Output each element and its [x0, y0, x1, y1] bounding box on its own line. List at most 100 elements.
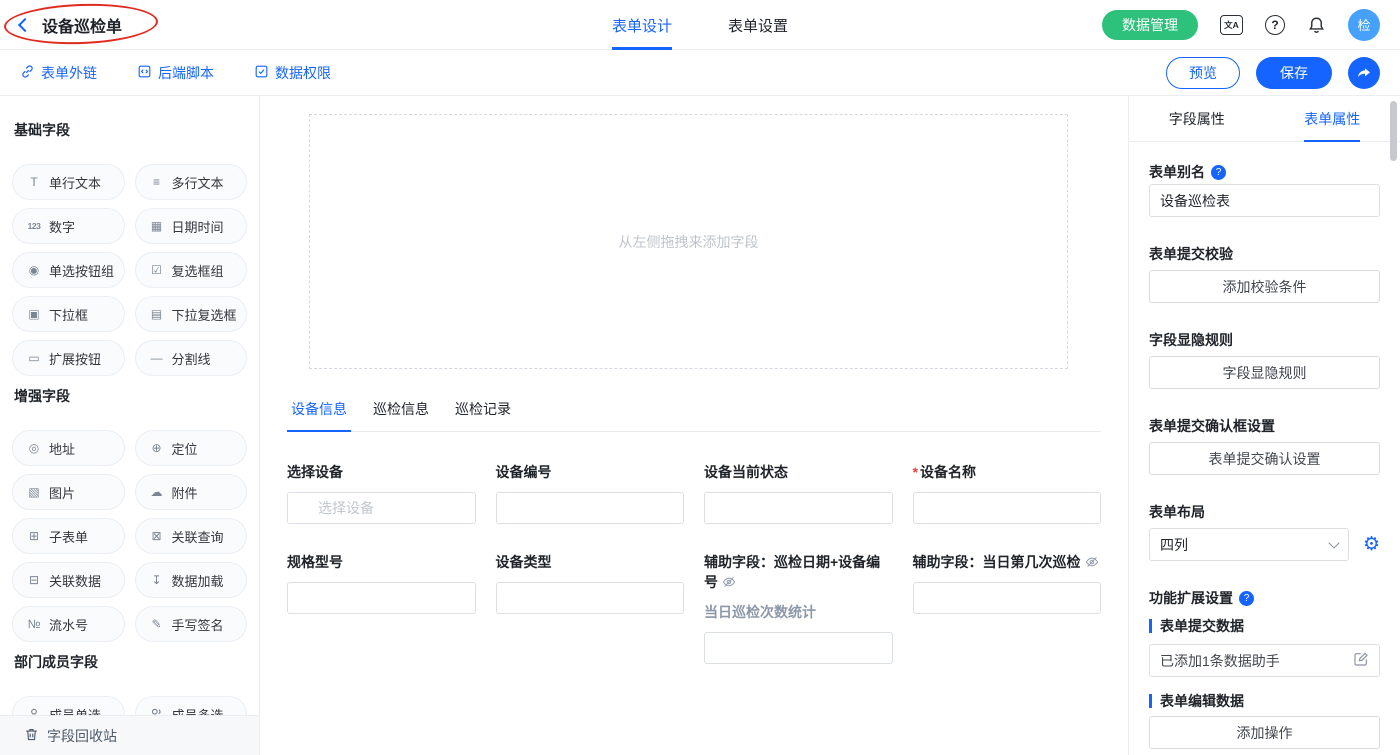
add-validation-button[interactable]: 添加校验条件	[1149, 270, 1380, 303]
field-type-signature[interactable]: ✎手写签名	[135, 606, 248, 642]
header-actions: 数据管理 文A ? 检	[1102, 9, 1380, 41]
serial-number-icon: №	[26, 617, 42, 631]
subform-icon: ⊞	[26, 529, 42, 543]
datetime-icon: ▦	[149, 219, 165, 233]
form-external-link[interactable]: 表单外链	[20, 63, 97, 83]
field-label: 辅助字段：巡检日期+设备编号	[704, 552, 893, 592]
field-type-extend-button[interactable]: ▭扩展按钮	[12, 340, 125, 376]
field-type-dropdown-multi[interactable]: ▤下拉复选框	[135, 296, 248, 332]
device-number-input[interactable]	[496, 492, 685, 524]
device-name-input[interactable]	[913, 492, 1102, 524]
field-type-data-load[interactable]: ↧数据加载	[135, 562, 248, 598]
enhanced-fields-grid: ◎地址 ⊕定位 ▧图片 ☁附件 ⊞子表单 ⊠关联查询 ⊟关联数据 ↧数据加载 №…	[12, 430, 247, 642]
tab-form-settings[interactable]: 表单设置	[728, 0, 788, 50]
canvas-field-device-number: 设备编号	[496, 462, 685, 524]
tab-field-properties[interactable]: 字段属性	[1129, 96, 1265, 141]
bell-icon[interactable]	[1307, 15, 1326, 35]
form-layout-label: 表单布局	[1149, 502, 1380, 522]
preview-button[interactable]: 预览	[1166, 57, 1240, 89]
submit-data-label: 表单提交数据	[1149, 616, 1380, 636]
panel-tabs: 字段属性 表单属性	[1129, 96, 1400, 142]
help-icon[interactable]: ?	[1211, 165, 1226, 180]
tab-inspection-info[interactable]: 巡检信息	[369, 399, 433, 431]
data-assistant-box[interactable]: 已添加1条数据助手	[1149, 644, 1380, 677]
field-type-number[interactable]: 123数字	[12, 208, 125, 244]
submit-confirm-button[interactable]: 表单提交确认设置	[1149, 442, 1380, 475]
scrollbar-thumb[interactable]	[1390, 101, 1397, 161]
field-type-attachment[interactable]: ☁附件	[135, 474, 248, 510]
field-type-divider[interactable]: —分割线	[135, 340, 248, 376]
number-icon: 123	[26, 221, 42, 231]
share-button[interactable]	[1348, 57, 1380, 89]
dropdown-multi-icon: ▤	[149, 307, 165, 321]
field-type-dropdown[interactable]: ▣下拉框	[12, 296, 125, 332]
field-type-linked-data[interactable]: ⊟关联数据	[12, 562, 125, 598]
field-label: 设备当前状态	[704, 462, 893, 482]
tab-inspection-record[interactable]: 巡检记录	[451, 399, 515, 431]
form-canvas: 从左侧拖拽来添加字段 设备信息 巡检信息 巡检记录 选择设备 设备编号 设备当前…	[260, 96, 1128, 755]
field-type-serial-number[interactable]: №流水号	[12, 606, 125, 642]
extend-button-icon: ▭	[26, 351, 42, 365]
link-icon	[20, 64, 35, 82]
tab-form-properties[interactable]: 表单属性	[1265, 96, 1400, 141]
canvas-field-aux-inspect-date: 辅助字段：巡检日期+设备编号 当日巡检次数统计	[704, 552, 893, 664]
field-type-datetime[interactable]: ▦日期时间	[135, 208, 248, 244]
device-type-input[interactable]	[496, 582, 685, 614]
device-status-input[interactable]	[704, 492, 893, 524]
layout-select[interactable]: 四列	[1149, 528, 1349, 561]
field-type-subform[interactable]: ⊞子表单	[12, 518, 125, 554]
field-label: 规格型号	[287, 552, 476, 572]
field-type-radio-group[interactable]: ◉单选按钮组	[12, 252, 125, 288]
permission-icon	[254, 64, 269, 82]
gear-icon[interactable]: ⚙	[1363, 535, 1380, 554]
avatar[interactable]: 检	[1348, 9, 1380, 41]
save-button[interactable]: 保存	[1256, 57, 1332, 89]
tab-form-design[interactable]: 表单设计	[612, 0, 672, 50]
form-alias-input[interactable]	[1149, 184, 1380, 217]
daily-count-input[interactable]	[704, 632, 893, 664]
field-type-linked-query[interactable]: ⊠关联查询	[135, 518, 248, 554]
properties-panel: 字段属性 表单属性 表单别名 ? 表单提交校验 添加校验条件 字段显隐规则 字段…	[1128, 96, 1400, 755]
add-operation-button[interactable]: 添加操作	[1149, 716, 1380, 749]
field-type-multi-line-text[interactable]: ≡多行文本	[135, 164, 248, 200]
back-icon[interactable]	[18, 17, 32, 31]
data-permission-link[interactable]: 数据权限	[254, 63, 331, 83]
help-icon[interactable]: ?	[1265, 15, 1285, 35]
chevron-down-icon	[1328, 537, 1339, 548]
eye-off-icon	[1085, 555, 1099, 569]
top-header: 设备巡检单 表单设计 表单设置 数据管理 文A ? 检	[0, 0, 1400, 50]
attachment-icon: ☁	[149, 485, 165, 499]
single-line-text-icon: T	[26, 175, 42, 189]
field-label: 设备类型	[496, 552, 685, 572]
required-asterisk: *	[913, 464, 918, 480]
field-type-single-line-text[interactable]: T单行文本	[12, 164, 125, 200]
field-type-geolocation[interactable]: ⊕定位	[135, 430, 248, 466]
field-type-image[interactable]: ▧图片	[12, 474, 125, 510]
backend-script-link[interactable]: 后端脚本	[137, 63, 214, 83]
dropdown-icon: ▣	[26, 307, 42, 321]
help-icon[interactable]: ?	[1239, 591, 1254, 606]
field-recycle-bin[interactable]: 字段回收站	[0, 715, 259, 755]
form-dropzone[interactable]: 从左侧拖拽来添加字段	[309, 114, 1068, 369]
canvas-field-device-status: 设备当前状态	[704, 462, 893, 524]
select-device-input[interactable]	[287, 492, 476, 524]
submit-validation-label: 表单提交校验	[1149, 244, 1380, 264]
visibility-rules-button[interactable]: 字段显隐规则	[1149, 356, 1380, 389]
field-label: *设备名称	[913, 462, 1102, 482]
sub-toolbar: 表单外链 后端脚本 数据权限 预览 保存	[0, 50, 1400, 96]
edit-data-label: 表单编辑数据	[1149, 691, 1380, 711]
canvas-field-aux-daily-count: 辅助字段：当日第几次巡检	[913, 552, 1102, 614]
extension-settings-label: 功能扩展设置 ?	[1149, 588, 1380, 608]
field-label: 设备编号	[496, 462, 685, 482]
main-area: 基础字段 T单行文本 ≡多行文本 123数字 ▦日期时间 ◉单选按钮组 ☑复选框…	[0, 96, 1400, 755]
field-type-address[interactable]: ◎地址	[12, 430, 125, 466]
tab-device-info[interactable]: 设备信息	[287, 399, 351, 431]
aux-daily-count-input[interactable]	[913, 582, 1102, 614]
edit-icon[interactable]	[1353, 651, 1369, 670]
data-manage-button[interactable]: 数据管理	[1102, 10, 1198, 40]
linked-query-icon: ⊠	[149, 529, 165, 543]
translate-icon[interactable]: 文A	[1220, 15, 1243, 35]
spec-model-input[interactable]	[287, 582, 476, 614]
field-type-checkbox-group[interactable]: ☑复选框组	[135, 252, 248, 288]
divider-icon: —	[149, 351, 165, 365]
